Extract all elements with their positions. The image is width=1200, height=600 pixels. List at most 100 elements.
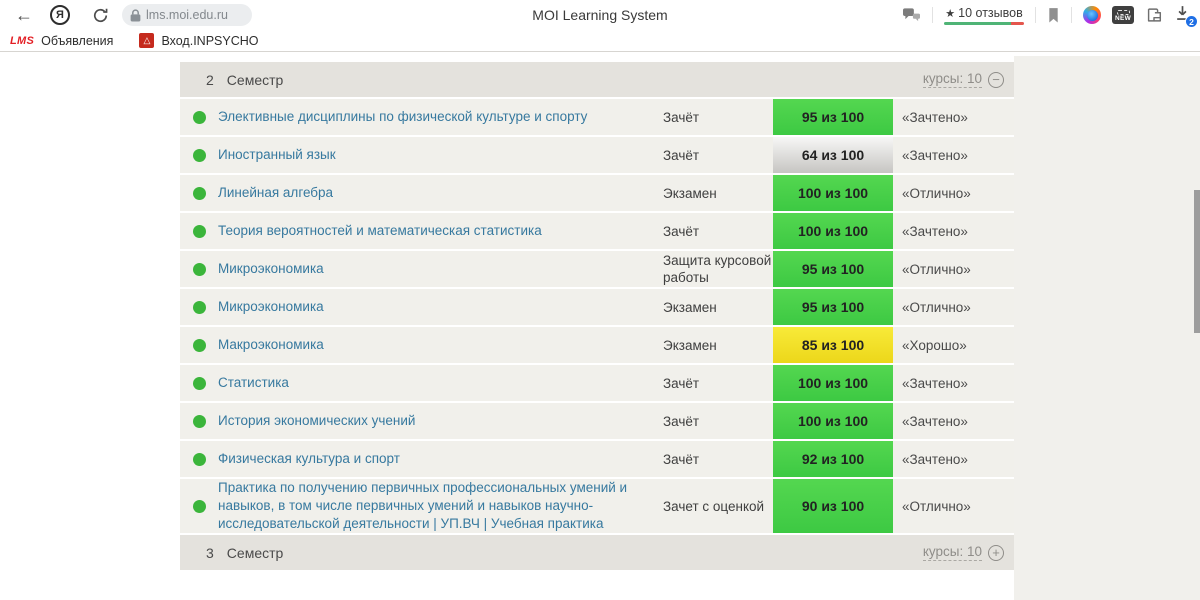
lms-favicon: LMS [10, 34, 35, 47]
status-cell [180, 338, 218, 352]
course-link[interactable]: Теория вероятностей и математическая ста… [218, 223, 542, 238]
course-row: Макроэкономика Экзамен 85 из 100 «Хорошо… [180, 327, 1014, 363]
course-score: 85 из 100 [773, 327, 893, 363]
course-row: История экономических учений Зачёт 100 и… [180, 403, 1014, 439]
star-icon: ★ [945, 7, 956, 20]
downloads-icon[interactable]: 2 [1174, 4, 1198, 28]
semester-number: 2 [206, 71, 214, 88]
video-new-icon[interactable]: NEW [1112, 6, 1134, 24]
yandex-browser-icon[interactable]: Я [50, 5, 70, 25]
status-cell [180, 414, 218, 428]
collapse-semester-icon[interactable] [988, 71, 1004, 88]
course-score: 64 из 100 [773, 137, 893, 173]
reviews-count: 10 отзывов [958, 5, 1023, 20]
course-type: Зачёт [663, 375, 700, 391]
course-grade: «Отлично» [902, 185, 971, 201]
course-score: 100 из 100 [773, 403, 893, 439]
inpsycho-favicon: △ [139, 33, 155, 48]
status-cell [180, 300, 218, 314]
course-type: Зачет с оценкой [663, 498, 765, 514]
status-dot-icon [192, 224, 206, 238]
status-dot-icon [192, 110, 206, 124]
course-grade: «Зачтено» [902, 375, 968, 391]
course-row: Микроэкономика Экзамен 95 из 100 «Отличн… [180, 289, 1014, 325]
expand-semester-icon[interactable] [988, 544, 1004, 561]
status-dot-icon [192, 452, 206, 466]
course-link[interactable]: Иностранный язык [218, 147, 336, 162]
status-dot-icon [192, 499, 206, 513]
course-type: Зачёт [663, 147, 700, 163]
course-link[interactable]: Макроэкономика [218, 337, 324, 352]
course-link[interactable]: Микроэкономика [218, 261, 324, 276]
course-link[interactable]: Физическая культура и спорт [218, 451, 400, 466]
course-row: Теория вероятностей и математическая ста… [180, 213, 1014, 249]
course-score: 100 из 100 [773, 175, 893, 211]
course-row: Практика по получению первичных професси… [180, 479, 1014, 533]
browser-chrome: ← Я lms.moi.edu.ru MOI Learning System ★… [0, 0, 1200, 53]
toolbar-divider [932, 7, 933, 23]
course-link[interactable]: История экономических учений [218, 413, 415, 428]
site-comments-icon[interactable] [902, 7, 921, 24]
bookmark-item-announcements[interactable]: LMS Объявления [10, 34, 113, 48]
refresh-icon[interactable] [88, 3, 112, 27]
status-cell [180, 148, 218, 162]
courses-count-link[interactable]: курсы: 10 [922, 544, 982, 561]
bookmark-item-inpsycho[interactable]: △ Вход.INPSYCHO [139, 33, 258, 48]
course-link[interactable]: Практика по получению первичных професси… [218, 480, 627, 531]
extension-sphere-icon[interactable] [1083, 6, 1101, 24]
site-reviews[interactable]: ★ 10 отзывов [944, 6, 1024, 25]
downloads-badge: 2 [1185, 15, 1198, 28]
status-cell [180, 186, 218, 200]
course-grade: «Отлично» [902, 498, 971, 514]
back-icon[interactable]: ← [12, 3, 36, 27]
course-type: Экзамен [663, 337, 717, 353]
course-grade: «Зачтено» [902, 413, 968, 429]
status-dot-icon [192, 148, 206, 162]
course-type: Зачёт [663, 413, 700, 429]
course-grade: «Зачтено» [902, 223, 968, 239]
status-dot-icon [192, 338, 206, 352]
address-bar[interactable]: lms.moi.edu.ru [122, 4, 252, 26]
collections-icon[interactable] [1145, 6, 1163, 24]
course-score: 95 из 100 [773, 99, 893, 135]
status-dot-icon [192, 300, 206, 314]
semester-3-header: 3 Семестр курсы: 10 [180, 535, 1014, 570]
bookmark-icon[interactable] [1047, 7, 1060, 24]
course-grade: «Хорошо» [902, 337, 967, 353]
semester-label: Семестр [226, 544, 284, 561]
courses-count-link[interactable]: курсы: 10 [922, 71, 982, 88]
course-score: 95 из 100 [773, 251, 893, 287]
course-row: Физическая культура и спорт Зачёт 92 из … [180, 441, 1014, 477]
semester-2-header: 2 Семестр курсы: 10 [180, 62, 1014, 97]
course-type: Экзамен [663, 185, 717, 201]
toolbar-divider [1035, 7, 1036, 23]
course-row: Статистика Зачёт 100 из 100 «Зачтено» [180, 365, 1014, 401]
status-dot-icon [192, 414, 206, 428]
course-score: 100 из 100 [773, 365, 893, 401]
bookmarks-bar: LMS Объявления △ Вход.INPSYCHO [0, 30, 1200, 52]
course-grade: «Зачтено» [902, 451, 968, 467]
semester-label: Семестр [226, 71, 284, 88]
course-row: Иностранный язык Зачёт 64 из 100 «Зачтен… [180, 137, 1014, 173]
status-dot-icon [192, 186, 206, 200]
course-type: Зачёт [663, 223, 700, 239]
course-link[interactable]: Статистика [218, 375, 289, 390]
course-link[interactable]: Элективные дисциплины по физической куль… [218, 109, 587, 124]
grades-table: 2 Семестр курсы: 10 Элективные дисциплин… [180, 53, 1014, 600]
scrollbar-thumb[interactable] [1194, 190, 1200, 333]
course-grade: «Зачтено» [902, 109, 968, 125]
course-row: Элективные дисциплины по физической куль… [180, 99, 1014, 135]
course-link[interactable]: Микроэкономика [218, 299, 324, 314]
course-list: Элективные дисциплины по физической куль… [180, 99, 1014, 533]
semester-number: 3 [206, 544, 214, 561]
course-type: Зачёт [663, 451, 700, 467]
course-type: Зачёт [663, 109, 700, 125]
course-type: Защита курсовой работы [663, 253, 772, 285]
course-link[interactable]: Линейная алгебра [218, 185, 333, 200]
rating-bar [944, 21, 1024, 25]
course-score: 90 из 100 [773, 479, 893, 533]
lock-icon [130, 8, 141, 22]
page-background [1014, 56, 1200, 600]
status-dot-icon [192, 376, 206, 390]
course-row: Микроэкономика Защита курсовой работы 95… [180, 251, 1014, 287]
